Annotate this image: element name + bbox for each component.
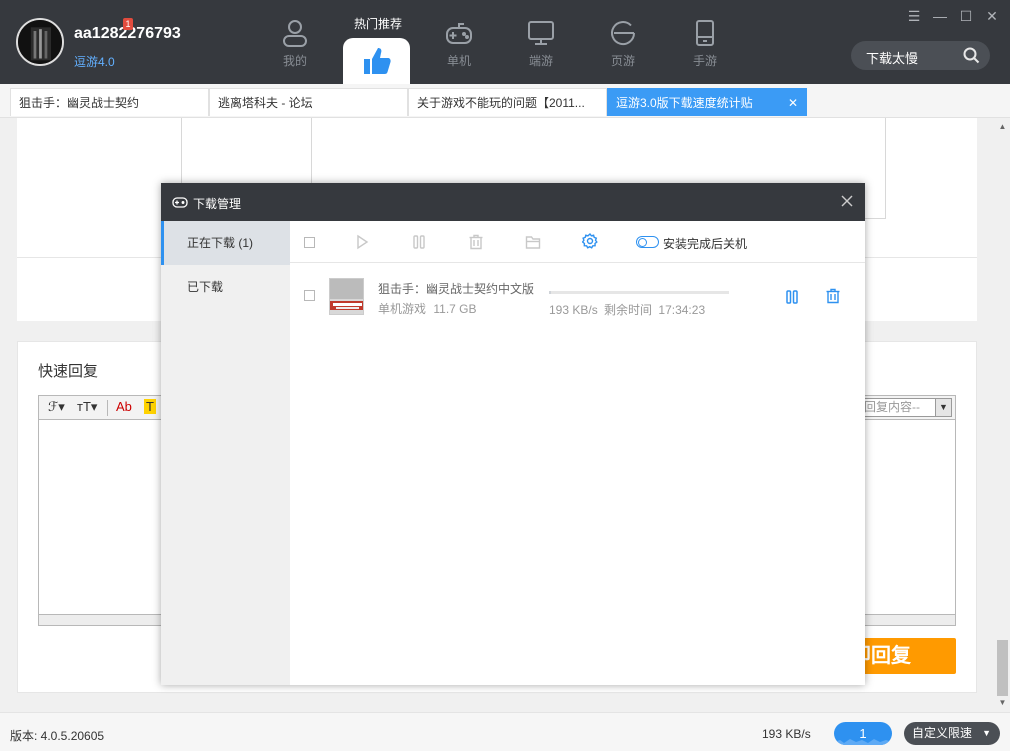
gamepad-icon <box>446 23 472 44</box>
nav-client[interactable]: 端游 <box>511 18 571 69</box>
download-progress-fill <box>549 291 551 294</box>
tab-close-icon[interactable]: ✕ <box>788 89 798 116</box>
top-bar: aa1282276793 1 逗游4.0 我的 热门推荐 单机 端游 页游 手游… <box>0 0 1010 84</box>
download-progress-bar <box>549 291 729 294</box>
speed-limit-button[interactable]: 自定义限速 ▼ <box>904 722 1000 745</box>
font-color-button[interactable]: Ab <box>116 399 132 414</box>
user-icon <box>283 20 307 47</box>
download-name: 狙击手：幽灵战士契约中文版 <box>378 282 535 296</box>
search-input[interactable]: 下载太慢 <box>866 48 918 67</box>
download-speed-label: 193 KB/s <box>762 727 811 741</box>
quick-reply-select-value: 回复内容-- <box>864 400 920 414</box>
download-size: 11.7 GB <box>433 302 477 316</box>
download-manager-dialog: 下载管理 正在下载 (1) 已下载 安装完成后关机 狙击手：幽灵战士契约中文版 … <box>161 183 865 685</box>
dialog-toolbar <box>290 221 865 263</box>
font-family-button[interactable]: ℱ▾ <box>48 399 65 415</box>
toolbar-divider <box>107 400 108 416</box>
dialog-sidebar: 正在下载 (1) 已下载 <box>161 221 290 685</box>
download-category: 单机游戏 <box>378 302 427 316</box>
chevron-down-icon: ▼ <box>982 728 991 738</box>
close-icon[interactable] <box>839 193 855 209</box>
quick-reply-select[interactable]: 回复内容-- ▼ <box>860 398 952 417</box>
nav-web[interactable]: 页游 <box>593 18 653 69</box>
window-controls: ☰ — ☐ ✕ <box>906 8 1000 24</box>
avatar[interactable] <box>16 18 64 66</box>
nav-mobile[interactable]: 手游 <box>675 18 735 69</box>
game-thumbnail <box>329 278 364 315</box>
tab-sniper[interactable]: 狙击手：幽灵战士契约 <box>10 88 209 116</box>
search-box[interactable]: 下载太慢 <box>851 41 990 70</box>
download-meta: 单机游戏 11.7 GB <box>378 300 477 317</box>
download-status: 193 KB/s 剩余时间 17:34:23 <box>549 301 705 318</box>
maximize-icon[interactable]: ☐ <box>958 8 974 24</box>
trash-icon[interactable] <box>825 288 841 304</box>
tab-issue[interactable]: 关于游戏不能玩的问题【2011... <box>408 88 607 116</box>
row-checkbox[interactable] <box>304 290 315 301</box>
scroll-thumb[interactable] <box>997 640 1008 696</box>
nav-label: 页游 <box>610 54 635 68</box>
download-speed: 193 KB/s <box>549 303 598 317</box>
phone-icon <box>696 20 714 46</box>
quick-reply-title: 快速回复 <box>38 363 99 380</box>
nav-label: 单机 <box>446 54 471 68</box>
nav-label: 端游 <box>528 54 553 68</box>
nav-label: 手游 <box>692 54 717 68</box>
thumbs-up-icon[interactable] <box>360 44 394 78</box>
version-label: 版本: 4.0.5.20605 <box>10 729 105 743</box>
gamepad-icon <box>172 197 188 208</box>
tab-tarkov[interactable]: 逃离塔科夫 - 论坛 <box>209 88 408 116</box>
tab-bar: 狙击手：幽灵战士契约 逃离塔科夫 - 论坛 关于游戏不能玩的问题【2011...… <box>0 84 1010 118</box>
page-scrollbar[interactable]: ▲ ▼ <box>995 118 1010 712</box>
sidebar-item-downloading[interactable]: 正在下载 (1) <box>161 221 290 265</box>
highlight-button[interactable]: T <box>144 399 156 414</box>
notification-badge[interactable]: 1 <box>123 18 133 30</box>
browser-e-icon <box>611 21 636 45</box>
search-icon[interactable] <box>963 47 980 64</box>
monitor-icon <box>528 21 554 45</box>
client-version-link[interactable]: 逗游4.0 <box>74 53 115 70</box>
status-bar: 版本: 4.0.5.20605 193 KB/s 1 自定义限速 ▼ <box>0 712 1010 751</box>
tab-label: 逗游3.0版下载速度统计贴 <box>616 96 753 110</box>
pause-icon[interactable] <box>784 289 800 305</box>
remaining-time: 17:34:23 <box>658 303 706 317</box>
scroll-up-icon[interactable]: ▲ <box>995 120 1010 134</box>
dialog-header: 下载管理 <box>161 183 865 221</box>
remaining-label: 剩余时间 <box>604 303 653 317</box>
speed-limit-label: 自定义限速 <box>912 726 973 740</box>
nav-single[interactable]: 单机 <box>429 18 489 69</box>
font-size-button[interactable]: ᴛT▾ <box>77 399 97 415</box>
close-icon[interactable]: ✕ <box>984 8 1000 24</box>
dialog-title: 下载管理 <box>193 197 242 211</box>
download-count: 1 <box>859 726 867 741</box>
nav-my[interactable]: 我的 <box>265 18 325 69</box>
scroll-down-icon[interactable]: ▼ <box>995 696 1010 710</box>
nav-label: 我的 <box>282 54 307 68</box>
tab-speed-stats[interactable]: 逗游3.0版下载速度统计贴 ✕ <box>607 88 807 116</box>
nav-hot-label[interactable]: 热门推荐 <box>348 15 408 32</box>
minimize-icon[interactable]: — <box>932 8 948 24</box>
menu-icon[interactable]: ☰ <box>906 8 922 24</box>
sidebar-item-downloaded[interactable]: 已下载 <box>161 265 290 309</box>
download-count-badge[interactable]: 1 <box>834 722 892 745</box>
chevron-down-icon[interactable]: ▼ <box>935 399 951 416</box>
